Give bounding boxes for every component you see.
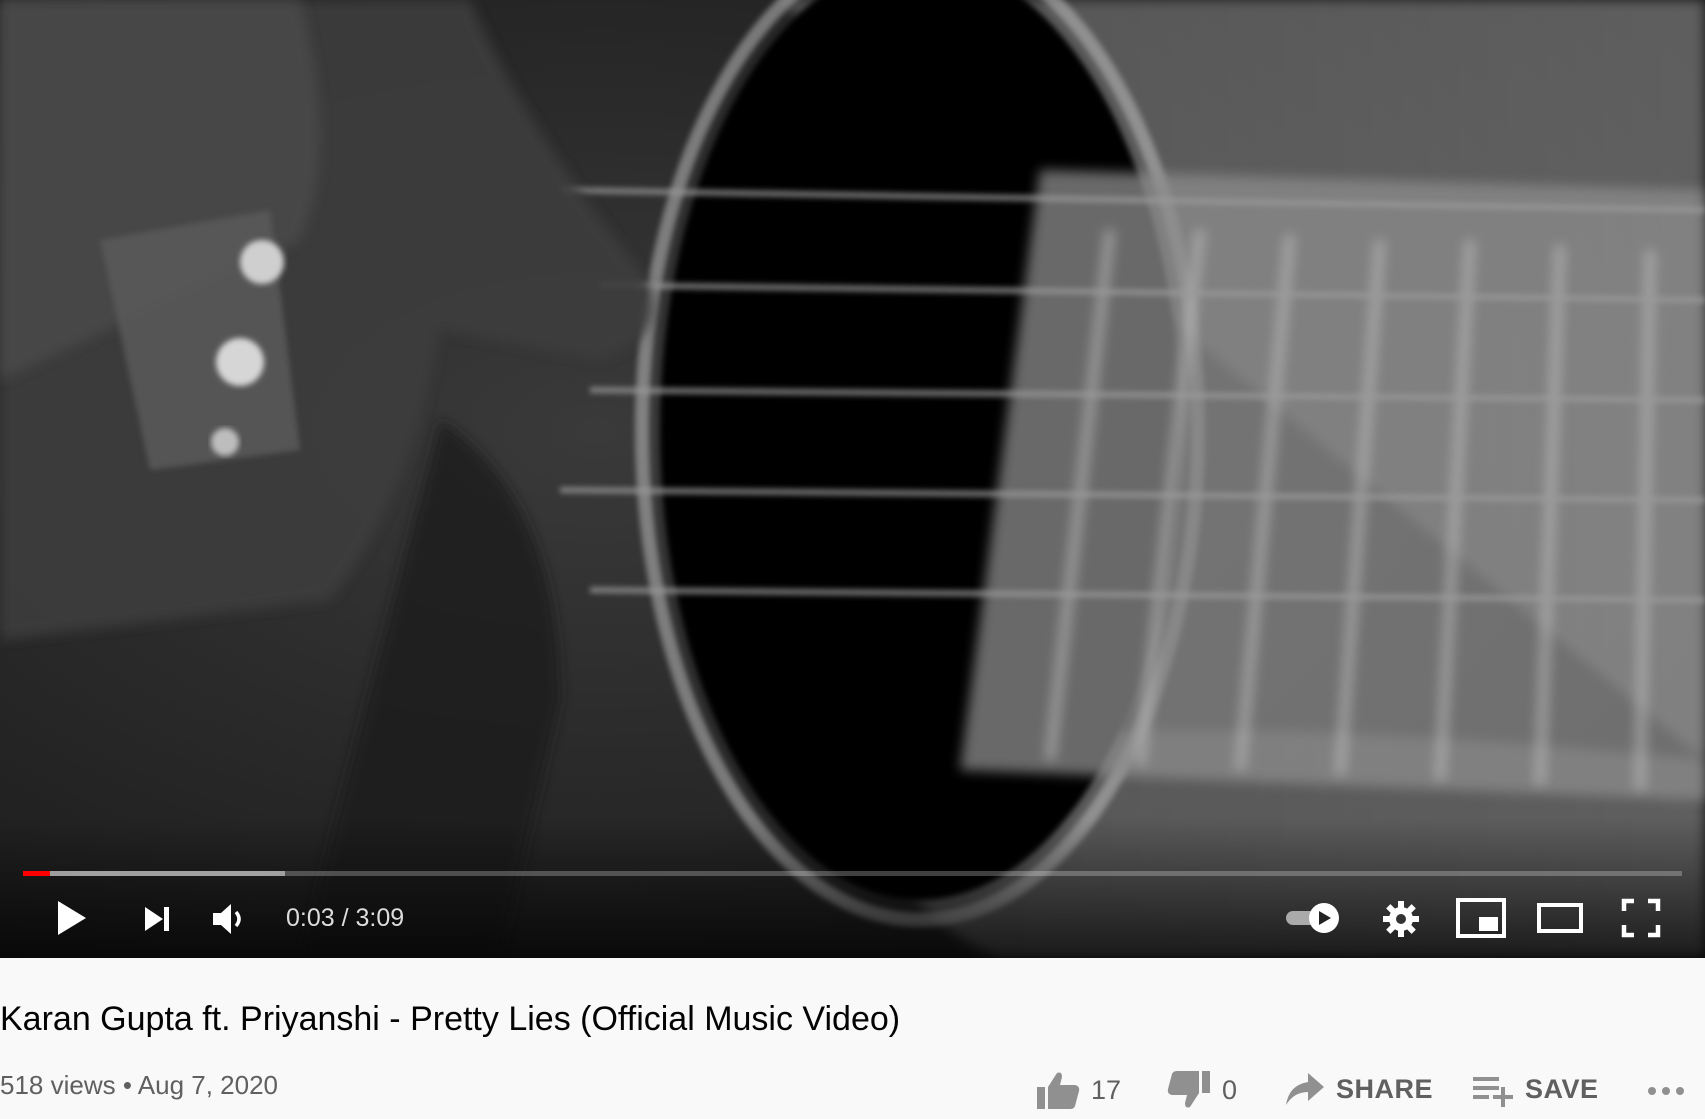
next-icon [145, 907, 169, 931]
play-icon [58, 901, 86, 935]
thumb-up-icon [1037, 1072, 1080, 1109]
time-separator: / [341, 904, 349, 932]
autoplay-toggle[interactable] [1283, 898, 1345, 938]
save-label: SAVE [1525, 1073, 1599, 1104]
time-current: 0:03 [286, 904, 335, 932]
share-label: SHARE [1336, 1073, 1434, 1104]
theater-icon [1537, 903, 1583, 933]
play-button[interactable] [48, 896, 92, 940]
progress-loaded [23, 871, 286, 876]
more-icon [1648, 1087, 1684, 1095]
time-display: 0:03 / 3:09 [286, 903, 404, 933]
theater-mode-button[interactable] [1535, 898, 1585, 938]
settings-icon [1383, 901, 1419, 937]
like-button[interactable]: 17 [1035, 1069, 1121, 1111]
share-icon [1286, 1073, 1324, 1105]
upload-date: Aug 7, 2020 [137, 1070, 278, 1100]
video-player[interactable]: 0:03 / 3:09 [0, 0, 1705, 958]
volume-icon [213, 904, 241, 934]
dislike-count: 0 [1222, 1074, 1238, 1105]
controls-gradient [0, 818, 1705, 958]
miniplayer-icon [1456, 898, 1506, 938]
mute-button[interactable] [206, 898, 252, 940]
share-button[interactable]: SHARE [1284, 1069, 1433, 1109]
thumb-down-icon [1167, 1071, 1210, 1108]
more-actions-button[interactable] [1646, 1076, 1686, 1106]
fullscreen-icon [1621, 898, 1661, 938]
video-frame[interactable] [0, 0, 1705, 958]
save-playlist-icon [1473, 1077, 1513, 1107]
next-button[interactable] [134, 899, 178, 939]
meta-separator: • [122, 1070, 132, 1100]
save-button[interactable]: SAVE [1473, 1069, 1599, 1109]
video-meta: 518 views • Aug 7, 2020 [0, 1070, 278, 1101]
progress-bar[interactable] [23, 871, 1682, 876]
dislike-button[interactable]: 0 [1166, 1069, 1237, 1111]
fullscreen-button[interactable] [1619, 896, 1663, 940]
settings-button[interactable] [1380, 898, 1422, 940]
miniplayer-button[interactable] [1455, 896, 1507, 940]
progress-played [23, 871, 50, 876]
autoplay-toggle-icon [1286, 903, 1339, 933]
time-total: 3:09 [355, 904, 405, 932]
like-count: 17 [1091, 1074, 1122, 1105]
view-count: 518 views [0, 1070, 116, 1100]
video-title: Karan Gupta ft. Priyanshi - Pretty Lies … [0, 1000, 901, 1038]
